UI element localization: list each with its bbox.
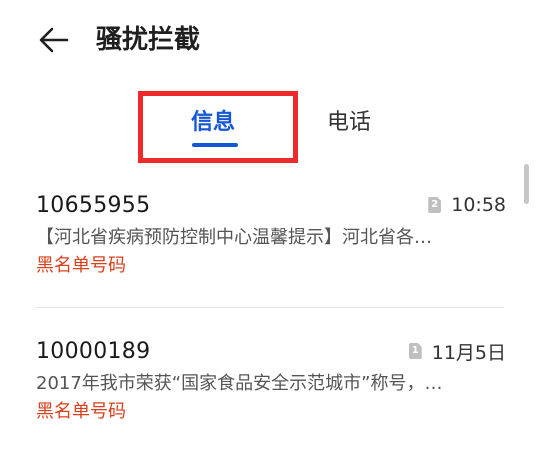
tab-calls[interactable]: 电话 (327, 105, 371, 141)
screen: 骚扰拦截 信息 电话 10655955 2 10:58 【河北省疾病预防控制中心… (0, 0, 540, 449)
message-sender: 10000189 (36, 338, 151, 364)
back-button[interactable] (36, 22, 72, 58)
scrollbar[interactable] (524, 164, 529, 204)
list-divider (36, 307, 504, 308)
message-time: 10:58 (451, 194, 506, 216)
message-preview: 2017年我市荣获“国家食品安全示范城市”称号，… (36, 373, 443, 394)
message-meta: 2 10:58 (428, 194, 506, 216)
sim-card-icon: 1 (408, 343, 422, 359)
message-item[interactable]: 10655955 2 10:58 【河北省疾病预防控制中心温馨提示】河北省各… … (36, 190, 506, 280)
message-item[interactable]: 10000189 1 11月5日 2017年我市荣获“国家食品安全示范城市”称号… (36, 336, 506, 426)
sim-slot-number: 2 (431, 199, 439, 210)
message-sender: 10655955 (36, 192, 151, 218)
sim-card-icon: 2 (428, 197, 442, 213)
message-header-row: 10000189 1 11月5日 (36, 336, 506, 366)
message-time: 11月5日 (431, 341, 506, 364)
message-preview: 【河北省疾病预防控制中心温馨提示】河北省各… (36, 227, 432, 248)
back-arrow-icon (39, 27, 69, 53)
message-meta: 1 11月5日 (408, 338, 506, 365)
message-tag: 黑名单号码 (36, 401, 126, 422)
message-header-row: 10655955 2 10:58 (36, 190, 506, 220)
page-title: 骚扰拦截 (96, 25, 201, 55)
sim-slot-number: 1 (411, 345, 419, 356)
highlight-annotation-box (138, 91, 298, 163)
message-tag: 黑名单号码 (36, 255, 126, 276)
